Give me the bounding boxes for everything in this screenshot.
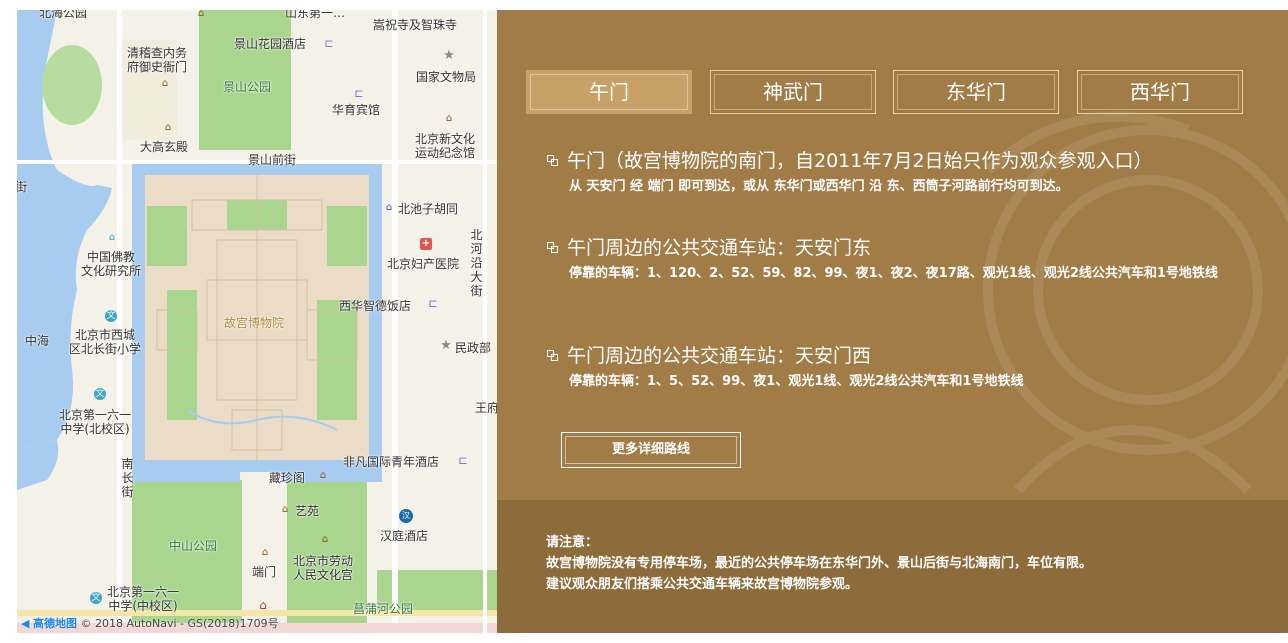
temple-icon: ⌂ — [161, 78, 169, 89]
map-label-buddhist: 中国佛教 文化研究所 — [81, 250, 142, 278]
section-title: 午门周边的公共交通车站：天安门东 — [547, 236, 1229, 260]
map-label-xihua-hotel: 西华智德饭店 — [339, 299, 412, 313]
temple-icon: ⌂ — [281, 504, 289, 515]
section-title-text: 午门（故宫博物院的南门，自2011年7月2日始只作为观众参观入口） — [567, 150, 1153, 172]
hotel-icon: ⊏ — [324, 37, 334, 50]
temple-icon: ⌂ — [321, 534, 329, 545]
map-view[interactable]: 北海公园 山东第一… 嵩祝寺及智珠寺 景山花园酒店 清稽查内务 府御史衙门 景山… — [17, 10, 497, 633]
school-icon: 文 — [105, 310, 117, 322]
notice-box: 请注意： 故宫博物院没有专用停车场，最近的公共停车场在东华门外、景山后街与北海南… — [497, 500, 1288, 633]
temple-icon: ⌂ — [385, 202, 393, 213]
map-label-minzheng: 民政部 — [455, 341, 492, 355]
hotel-icon: ⊏ — [354, 87, 364, 100]
temple-icon: ⌂ — [108, 232, 116, 243]
tab-donghuamen[interactable]: 东华门 — [893, 70, 1059, 114]
notice-heading: 请注意： — [546, 535, 599, 550]
map-copyright: © 2018 AutoNavi - GS(2018)1709号 — [80, 617, 279, 630]
map-label-fuchan: 北京妇产医院 — [387, 257, 460, 271]
map-label-beichizi: 北池子胡同 — [398, 202, 459, 216]
section-desc: 从 天安门 经 端门 即可到达，或从 东华门或西华门 沿 东、西筒子河路前行均可… — [569, 179, 1069, 194]
map-label-jingshan-hotel: 景山花园酒店 — [234, 37, 307, 51]
section-title: 午门周边的公共交通车站：天安门西 — [547, 344, 1229, 368]
map-label-161-middle: 北京第一六一 中学(中校区) — [107, 585, 180, 613]
notice-line-1: 故宫博物院没有专用停车场，最近的公共停车场在东华门外、景山后街与北海南门，车位有… — [546, 556, 1093, 571]
checkbox-icon — [547, 155, 558, 166]
temple-icon: ⌂ — [319, 470, 327, 481]
route-section-wumen: 午门（故宫博物院的南门，自2011年7月2日始只作为观众参观入口） 从 天安门 … — [547, 149, 1229, 197]
section-desc: 停靠的车辆：1、120、2、52、59、82、99、夜1、夜2、夜17路、观光1… — [569, 266, 1218, 281]
map-label-qing-neiwu: 清稽查内务 府御史衙门 — [127, 46, 188, 74]
map-label-zhonghai: 中海 — [25, 334, 50, 348]
temple-icon: ⌂ — [259, 598, 267, 612]
map-label-xicheng-school: 北京市西城 区北长街小学 — [69, 328, 142, 356]
school-icon: 文 — [94, 388, 106, 400]
bus-icon: 汉庭 — [399, 509, 413, 534]
map-label-hostel: 非凡国际青年酒店 — [343, 455, 440, 469]
map-label-yiyuan: 艺苑 — [295, 504, 320, 518]
map-label-zhenbao: 藏珍阁 — [269, 471, 306, 485]
star-icon: ★ — [440, 338, 452, 353]
map-label-wangfu: 王府 — [475, 401, 497, 415]
hospital-icon: + — [420, 238, 432, 250]
map-label-relics: 国家文物局 — [416, 70, 477, 84]
section-title-text: 午门周边的公共交通车站：天安门东 — [567, 237, 872, 259]
map-label-duanmen: 端门 — [252, 565, 277, 579]
map-label-161-north: 北京第一六一 中学(北校区) — [59, 408, 132, 436]
route-section-tiananmen-west: 午门周边的公共交通车站：天安门西 停靠的车辆：1、5、52、99、夜1、观光1线… — [547, 344, 1229, 392]
checkbox-icon — [547, 350, 558, 361]
school-icon: 文 — [90, 592, 102, 604]
hotel-icon: ⊏ — [458, 454, 468, 467]
checkbox-icon — [547, 242, 558, 253]
map-label-zhongshan: 中山公园 — [169, 539, 218, 553]
map-label-nanchang: 南长街 — [121, 457, 134, 499]
star-icon: ★ — [443, 48, 455, 63]
map-label-palace-museum: 故宫博物院 — [224, 316, 285, 330]
temple-icon: ⌂ — [197, 10, 205, 19]
section-desc: 停靠的车辆：1、5、52、99、夜1、观光1线、观光2线公共汽车和1号地铁线 — [569, 374, 1024, 389]
temple-icon: ⌂ — [164, 122, 172, 133]
map-label-songzhu: 嵩祝寺及智珠寺 — [373, 18, 458, 32]
map-label-beihai: 北海公园 — [39, 10, 88, 20]
map-label-huayu: 华育宾馆 — [332, 103, 381, 117]
map-label-jie: 街 — [17, 180, 28, 194]
notice-line-2: 建议观众朋友们搭乘公共交通车辆来故宫博物院参观。 — [546, 577, 859, 592]
map-label-jingshan-front: 景山前街 — [248, 153, 297, 167]
temple-icon: ⌂ — [261, 547, 269, 558]
tab-shenwumen[interactable]: 神武门 — [710, 70, 876, 114]
map-attribution: ◀ 高德地图 © 2018 AutoNavi - GS(2018)1709号 — [21, 615, 279, 631]
autonavi-logo-icon: ◀ — [21, 617, 30, 630]
map-label-xinwenhua: 北京新文化 运动纪念馆 — [415, 132, 476, 160]
tab-xihuamen[interactable]: 西华门 — [1077, 70, 1243, 114]
more-routes-button[interactable]: 更多详细路线 — [561, 432, 741, 468]
tab-wumen[interactable]: 午门 — [526, 70, 692, 114]
section-title: 午门（故宫博物院的南门，自2011年7月2日始只作为观众参观入口） — [547, 149, 1229, 173]
hotel-icon: ⊏ — [428, 297, 438, 310]
temple-icon: ⌂ — [445, 113, 453, 124]
map-label-jingshan-park: 景山公园 — [223, 80, 272, 94]
section-title-text: 午门周边的公共交通车站：天安门西 — [567, 345, 872, 367]
map-label-changpu: 菖蒲河公园 — [353, 602, 414, 616]
map-label-jingshan-first: 山东第一… — [285, 10, 346, 20]
map-label-beiheyan: 北河沿大街 — [470, 228, 483, 298]
route-info-panel: 午门 神武门 东华门 西华门 午门（故宫博物院的南门，自2011年7月2日始只作… — [497, 10, 1288, 633]
autonavi-logo-text: 高德地图 — [32, 617, 77, 630]
map-label-dagao: 大高玄殿 — [140, 140, 189, 154]
map-label-labor-palace: 北京市劳动 人民文化宫 — [293, 554, 354, 582]
route-section-tiananmen-east: 午门周边的公共交通车站：天安门东 停靠的车辆：1、120、2、52、59、82、… — [547, 236, 1229, 284]
